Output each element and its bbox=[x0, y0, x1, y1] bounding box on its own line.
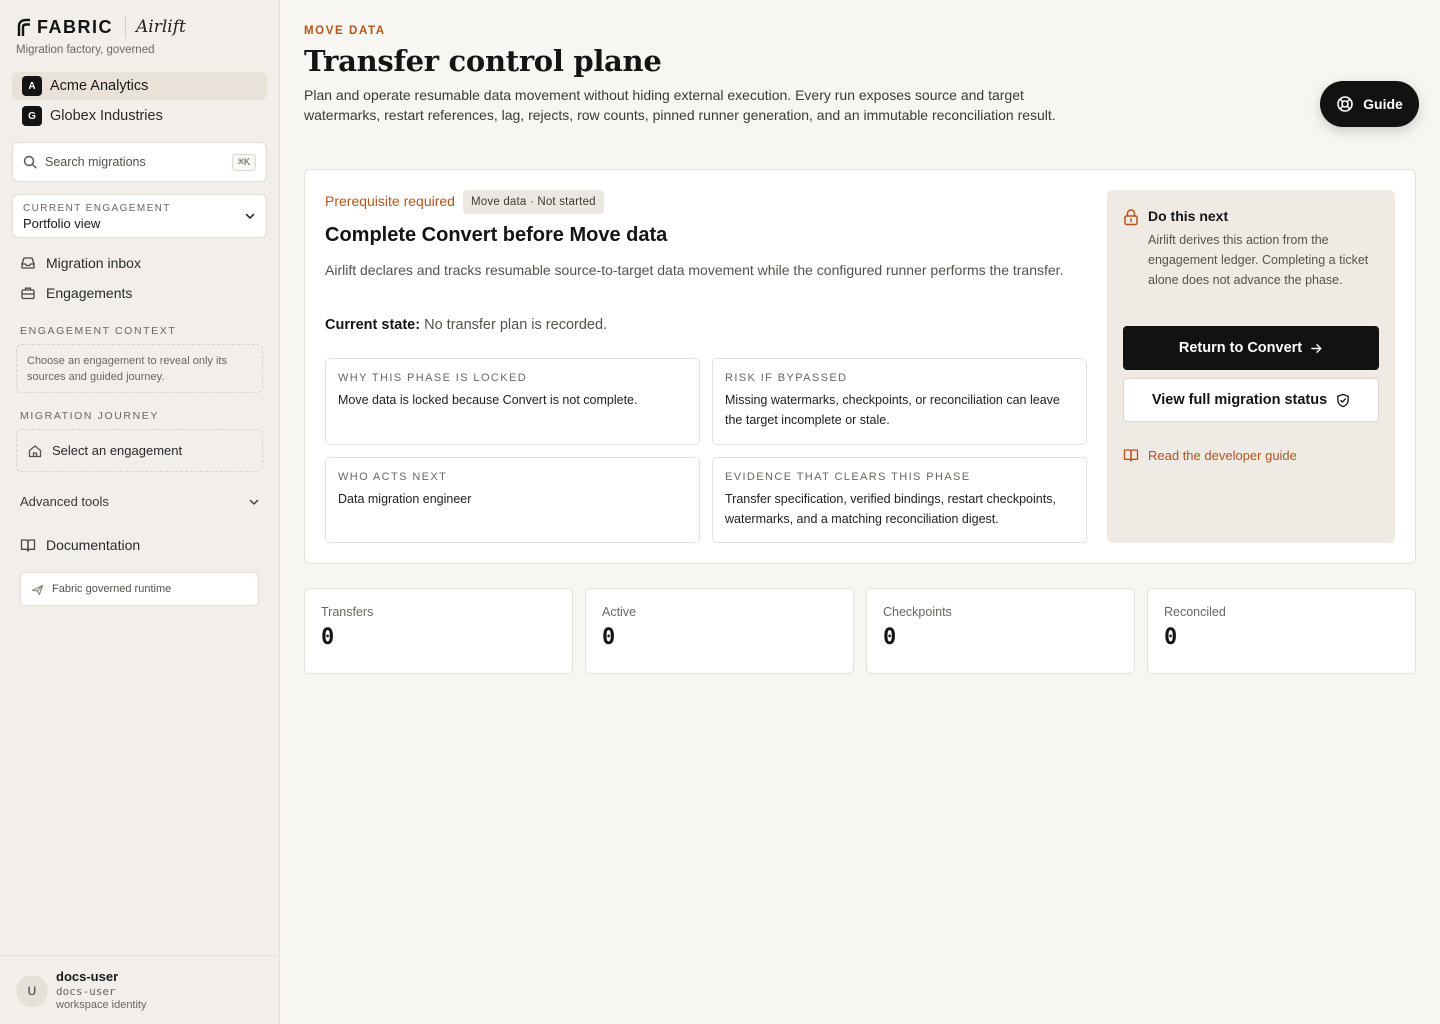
link-label: Read the developer guide bbox=[1148, 447, 1297, 463]
do-this-next-panel: Do this next Airlift derives this action… bbox=[1107, 190, 1395, 543]
engagement-value: Portfolio view bbox=[23, 216, 101, 231]
stat-label: Transfers bbox=[321, 605, 374, 619]
info-why-locked: WHY THIS PHASE IS LOCKED Move data is lo… bbox=[325, 358, 700, 445]
product-name: Airlift bbox=[136, 17, 186, 37]
stat-label: Reconciled bbox=[1164, 605, 1226, 619]
page-description: Plan and operate resumable data movement… bbox=[304, 87, 1056, 123]
shield-check-icon bbox=[1337, 393, 1349, 407]
plane-icon bbox=[31, 584, 44, 595]
avatar: U bbox=[16, 975, 48, 1007]
info-text: Missing watermarks, checkpoints, or reco… bbox=[725, 393, 1060, 427]
stat-checkpoints: Checkpoints 0 bbox=[866, 588, 1135, 674]
arrow-right-icon bbox=[1311, 343, 1322, 353]
tenant-globex-industries[interactable]: G Globex Industries bbox=[12, 102, 267, 130]
journey-item-label: Select an engagement bbox=[52, 443, 183, 458]
return-to-convert-button[interactable]: Return to Convert bbox=[1123, 326, 1379, 370]
page-eyebrow: MOVE DATA bbox=[304, 25, 386, 37]
search-shortcut: ⌘K bbox=[231, 153, 256, 171]
stat-active: Active 0 bbox=[585, 588, 854, 674]
stat-reconciled: Reconciled 0 bbox=[1147, 588, 1416, 674]
card-description: Airlift declares and tracks resumable so… bbox=[325, 262, 1064, 278]
user-profile[interactable]: U docs-user docs-user workspace identity bbox=[0, 955, 279, 1024]
developer-guide-link[interactable]: Read the developer guide bbox=[1123, 447, 1297, 463]
search-placeholder: Search migrations bbox=[45, 155, 146, 169]
stat-value: 0 bbox=[883, 625, 897, 650]
fabric-wordmark: FABRIC bbox=[37, 16, 113, 37]
info-label: WHO ACTS NEXT bbox=[338, 471, 448, 483]
phase-status-badge: Move data · Not started bbox=[463, 190, 604, 214]
nav-label: Engagements bbox=[46, 285, 133, 301]
user-handle: docs-user bbox=[56, 985, 116, 998]
tenant-name: Globex Industries bbox=[50, 108, 163, 124]
info-label: RISK IF BYPASSED bbox=[725, 372, 848, 384]
stat-value: 0 bbox=[602, 625, 616, 650]
nav-engagements[interactable]: Engagements bbox=[20, 285, 132, 301]
book-open-icon bbox=[1123, 449, 1139, 462]
info-text: Transfer specification, verified binding… bbox=[725, 492, 1056, 526]
migration-journey-heading: MIGRATION JOURNEY bbox=[20, 410, 160, 422]
inbox-icon bbox=[21, 257, 35, 269]
runtime-badge: Fabric governed runtime bbox=[20, 572, 259, 606]
fabric-mark-icon bbox=[17, 18, 30, 36]
stat-value: 0 bbox=[1164, 625, 1178, 650]
next-description: Airlift derives this action from the eng… bbox=[1148, 233, 1369, 287]
advanced-tools-label: Advanced tools bbox=[20, 494, 109, 509]
tenant-acme-analytics[interactable]: A Acme Analytics bbox=[12, 72, 267, 100]
guide-label: Guide bbox=[1363, 96, 1403, 112]
search-icon bbox=[23, 155, 37, 169]
user-name: docs-user bbox=[56, 969, 119, 984]
engagement-context-heading: ENGAGEMENT CONTEXT bbox=[20, 325, 177, 337]
info-who-acts-next: WHO ACTS NEXT Data migration engineer bbox=[325, 457, 700, 543]
button-label: Return to Convert bbox=[1178, 340, 1303, 356]
info-text: Move data is locked because Convert is n… bbox=[338, 393, 638, 407]
fabric-logo: FABRIC bbox=[17, 17, 113, 38]
tenant-badge: G bbox=[22, 106, 42, 126]
current-state-value: No transfer plan is recorded. bbox=[420, 317, 608, 333]
lifebuoy-icon bbox=[1337, 96, 1353, 112]
stat-transfers: Transfers 0 bbox=[304, 588, 573, 674]
current-state: Current state: No transfer plan is recor… bbox=[325, 317, 607, 333]
select-engagement-item[interactable]: Select an engagement bbox=[16, 429, 263, 472]
home-icon bbox=[28, 444, 42, 457]
chevron-down-icon bbox=[245, 213, 255, 219]
prerequisite-label: Prerequisite required bbox=[325, 193, 455, 209]
engagement-label: CURRENT ENGAGEMENT bbox=[23, 203, 171, 214]
nav-migration-inbox[interactable]: Migration inbox bbox=[20, 255, 141, 271]
page-title: Transfer control plane bbox=[304, 44, 662, 78]
next-title: Do this next bbox=[1148, 208, 1229, 224]
info-label: EVIDENCE THAT CLEARS THIS PHASE bbox=[725, 471, 971, 483]
book-open-icon bbox=[20, 539, 36, 552]
stat-value: 0 bbox=[321, 625, 335, 650]
card-title: Complete Convert before Move data bbox=[325, 224, 668, 246]
brand-tagline: Migration factory, governed bbox=[16, 44, 155, 56]
view-migration-status-button[interactable]: View full migration status bbox=[1123, 378, 1379, 422]
nav-documentation[interactable]: Documentation bbox=[20, 537, 140, 553]
current-engagement-select[interactable]: CURRENT ENGAGEMENT Portfolio view bbox=[12, 194, 267, 238]
nav-label: Migration inbox bbox=[46, 255, 141, 271]
user-role: workspace identity bbox=[56, 999, 147, 1011]
info-evidence: EVIDENCE THAT CLEARS THIS PHASE Transfer… bbox=[712, 457, 1087, 543]
briefcase-icon bbox=[21, 287, 35, 300]
current-state-label: Current state: bbox=[325, 317, 421, 333]
nav-label: Documentation bbox=[46, 537, 141, 553]
advanced-tools-toggle[interactable]: Advanced tools bbox=[20, 494, 260, 509]
brand-divider bbox=[125, 16, 126, 38]
tenant-badge: A bbox=[22, 76, 42, 96]
brand[interactable]: FABRIC Airlift bbox=[17, 16, 186, 38]
stat-label: Active bbox=[602, 605, 637, 619]
guide-button[interactable]: Guide bbox=[1320, 81, 1419, 127]
stat-label: Checkpoints bbox=[883, 605, 952, 619]
info-risk-if-bypassed: RISK IF BYPASSED Missing watermarks, che… bbox=[712, 358, 1087, 445]
lock-icon bbox=[1124, 209, 1138, 226]
search-input[interactable]: Search migrations ⌘K bbox=[12, 142, 267, 182]
chevron-down-icon bbox=[249, 499, 259, 505]
sidebar: FABRIC Airlift Migration factory, govern… bbox=[0, 0, 280, 1024]
button-label: View full migration status bbox=[1151, 392, 1328, 408]
info-label: WHY THIS PHASE IS LOCKED bbox=[338, 372, 528, 384]
runtime-label: Fabric governed runtime bbox=[52, 583, 172, 595]
tenant-name: Acme Analytics bbox=[50, 78, 149, 94]
info-text: Data migration engineer bbox=[338, 492, 472, 506]
engagement-context-hint: Choose an engagement to reveal only its … bbox=[16, 344, 263, 393]
